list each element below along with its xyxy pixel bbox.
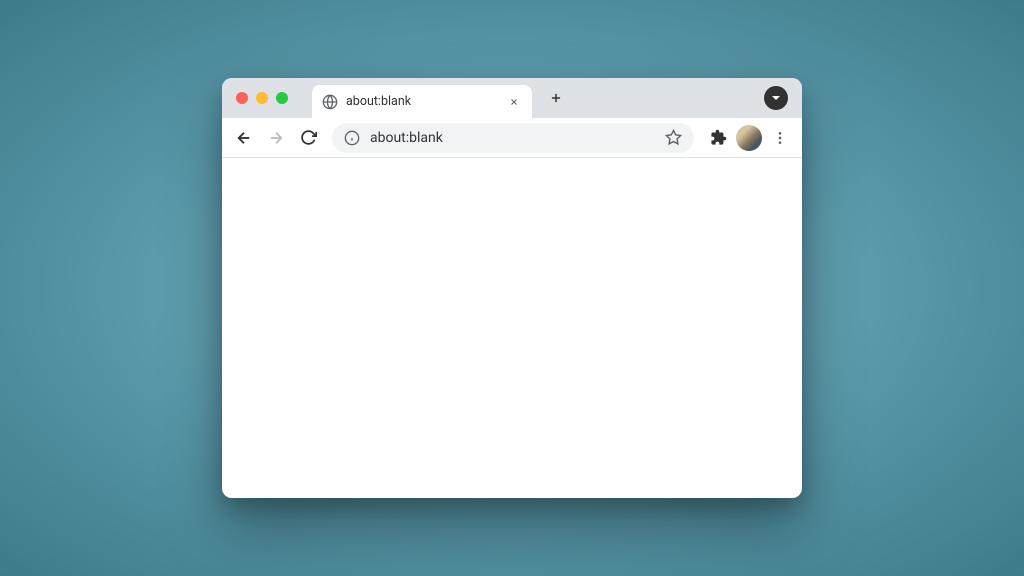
window-controls xyxy=(236,92,288,104)
info-icon[interactable] xyxy=(344,130,360,146)
tab-title: about:blank xyxy=(346,94,498,109)
window-minimize-button[interactable] xyxy=(256,92,268,104)
tab-strip: about:blank xyxy=(222,78,802,118)
dropdown-icon[interactable] xyxy=(764,86,788,110)
forward-button[interactable] xyxy=(262,124,290,152)
back-button[interactable] xyxy=(230,124,258,152)
url-text[interactable]: about:blank xyxy=(370,130,655,146)
globe-icon xyxy=(322,94,338,110)
window-close-button[interactable] xyxy=(236,92,248,104)
page-content xyxy=(222,158,802,498)
menu-button[interactable] xyxy=(766,124,794,152)
profile-avatar[interactable] xyxy=(736,125,762,151)
browser-tab[interactable]: about:blank xyxy=(312,85,532,118)
browser-window: about:blank xyxy=(222,78,802,498)
reload-button[interactable] xyxy=(294,124,322,152)
extensions-button[interactable] xyxy=(704,124,732,152)
window-maximize-button[interactable] xyxy=(276,92,288,104)
bookmark-star-icon[interactable] xyxy=(665,129,682,146)
new-tab-button[interactable] xyxy=(542,84,570,112)
toolbar: about:blank xyxy=(222,118,802,158)
address-bar[interactable]: about:blank xyxy=(332,123,694,153)
tab-close-button[interactable] xyxy=(506,94,522,110)
